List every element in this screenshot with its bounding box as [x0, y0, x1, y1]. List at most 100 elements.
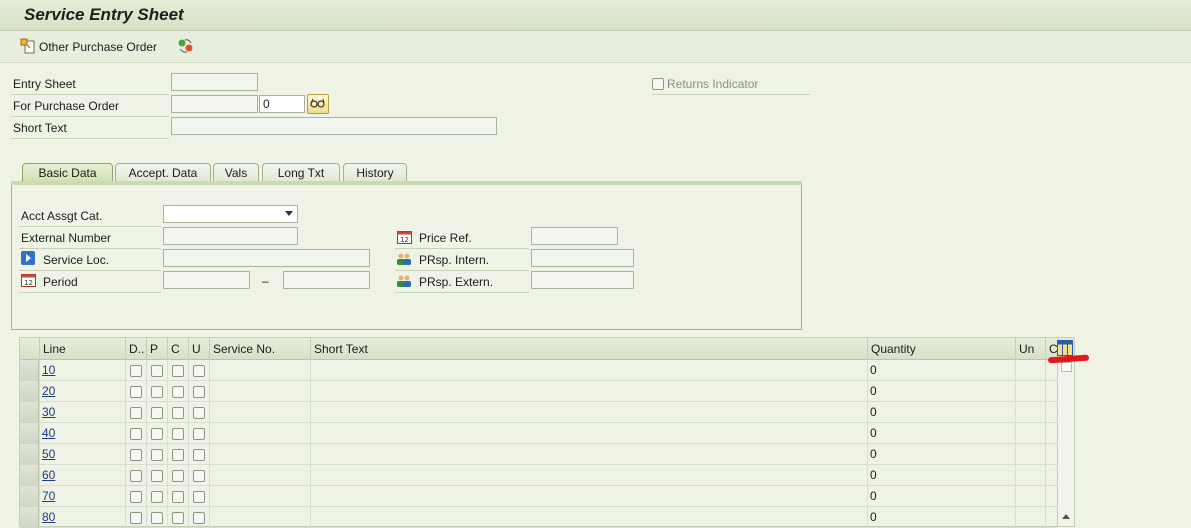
- row-checkbox[interactable]: [130, 511, 142, 524]
- row-checkbox[interactable]: [130, 385, 142, 398]
- row-checkbox[interactable]: [193, 469, 205, 482]
- column-header-c[interactable]: C: [167, 338, 188, 360]
- row-checkbox[interactable]: [151, 511, 163, 524]
- service-no-cell[interactable]: [209, 444, 310, 465]
- line-number-link[interactable]: 30: [42, 405, 55, 419]
- row-checkbox[interactable]: [172, 364, 184, 377]
- row-checkbox-cell[interactable]: [146, 423, 167, 444]
- line-number-cell[interactable]: 80: [39, 507, 125, 528]
- row-selector[interactable]: [20, 486, 39, 507]
- row-checkbox-cell[interactable]: [167, 381, 188, 402]
- row-checkbox[interactable]: [193, 448, 205, 461]
- row-checkbox-cell[interactable]: [125, 402, 146, 423]
- row-checkbox[interactable]: [193, 406, 205, 419]
- unit-cell[interactable]: [1015, 423, 1045, 444]
- row-checkbox[interactable]: [130, 427, 142, 440]
- row-checkbox-cell[interactable]: [167, 423, 188, 444]
- tab-basic-data[interactable]: Basic Data: [22, 163, 113, 183]
- period-to-input[interactable]: [283, 271, 370, 289]
- row-checkbox-cell[interactable]: [188, 423, 209, 444]
- service-no-cell[interactable]: [209, 360, 310, 381]
- short-text-cell[interactable]: [310, 465, 867, 486]
- row-checkbox-cell[interactable]: [125, 360, 146, 381]
- row-checkbox-cell[interactable]: [125, 507, 146, 528]
- table-row[interactable]: 30 0: [20, 402, 1057, 423]
- line-number-link[interactable]: 10: [42, 363, 55, 377]
- row-checkbox-cell[interactable]: [125, 381, 146, 402]
- row-checkbox-cell[interactable]: [146, 381, 167, 402]
- short-text-cell[interactable]: [310, 507, 867, 528]
- row-checkbox-cell[interactable]: [146, 507, 167, 528]
- row-checkbox[interactable]: [151, 490, 163, 503]
- row-checkbox[interactable]: [172, 406, 184, 419]
- row-checkbox[interactable]: [130, 469, 142, 482]
- line-number-cell[interactable]: 60: [39, 465, 125, 486]
- row-checkbox[interactable]: [151, 469, 163, 482]
- service-no-cell[interactable]: [209, 486, 310, 507]
- vertical-scrollbar[interactable]: [1057, 360, 1074, 526]
- table-row[interactable]: 10 0: [20, 360, 1057, 381]
- line-number-link[interactable]: 40: [42, 426, 55, 440]
- line-number-cell[interactable]: 10: [39, 360, 125, 381]
- quantity-cell[interactable]: 0: [867, 486, 1015, 507]
- row-selector[interactable]: [20, 423, 39, 444]
- row-checkbox-cell[interactable]: [188, 381, 209, 402]
- row-checkbox-cell[interactable]: [188, 507, 209, 528]
- tab-history[interactable]: History: [343, 163, 407, 183]
- short-text-cell[interactable]: [310, 402, 867, 423]
- row-checkbox-cell[interactable]: [146, 402, 167, 423]
- line-number-cell[interactable]: 40: [39, 423, 125, 444]
- returns-indicator-box[interactable]: [652, 78, 664, 90]
- short-text-cell[interactable]: [310, 444, 867, 465]
- service-loc-input[interactable]: [163, 249, 370, 267]
- row-checkbox-cell[interactable]: [146, 360, 167, 381]
- line-number-link[interactable]: 60: [42, 468, 55, 482]
- row-checkbox-cell[interactable]: [167, 465, 188, 486]
- line-number-link[interactable]: 50: [42, 447, 55, 461]
- table-row[interactable]: 40 0: [20, 423, 1057, 444]
- unit-cell[interactable]: [1015, 381, 1045, 402]
- line-number-link[interactable]: 20: [42, 384, 55, 398]
- row-checkbox[interactable]: [172, 469, 184, 482]
- row-checkbox-cell[interactable]: [167, 507, 188, 528]
- row-checkbox[interactable]: [151, 385, 163, 398]
- line-number-link[interactable]: 80: [42, 510, 55, 524]
- short-text-cell[interactable]: [310, 423, 867, 444]
- quantity-cell[interactable]: 0: [867, 507, 1015, 528]
- row-checkbox[interactable]: [172, 427, 184, 440]
- row-selector[interactable]: [20, 465, 39, 486]
- short-text-cell[interactable]: [310, 381, 867, 402]
- period-calendar-button[interactable]: 12: [21, 273, 36, 290]
- toggle-display-change-button[interactable]: [177, 38, 195, 56]
- quantity-cell[interactable]: 0: [867, 360, 1015, 381]
- tab-vals[interactable]: Vals: [213, 163, 259, 183]
- chevron-down-icon[interactable]: [285, 211, 293, 216]
- row-checkbox-cell[interactable]: [167, 486, 188, 507]
- row-checkbox[interactable]: [172, 490, 184, 503]
- row-checkbox-cell[interactable]: [125, 486, 146, 507]
- row-checkbox-cell[interactable]: [146, 444, 167, 465]
- column-header-service-no[interactable]: Service No.: [209, 338, 310, 360]
- row-checkbox-cell[interactable]: [125, 444, 146, 465]
- row-checkbox-cell[interactable]: [167, 402, 188, 423]
- short-text-cell[interactable]: [310, 486, 867, 507]
- column-header-deleted[interactable]: D..: [125, 338, 146, 360]
- row-checkbox-cell[interactable]: [146, 465, 167, 486]
- line-number-link[interactable]: 70: [42, 489, 55, 503]
- row-selector[interactable]: [20, 444, 39, 465]
- row-checkbox[interactable]: [130, 490, 142, 503]
- row-checkbox-cell[interactable]: [167, 444, 188, 465]
- row-checkbox-cell[interactable]: [125, 423, 146, 444]
- row-selector[interactable]: [20, 507, 39, 528]
- service-loc-expand-button[interactable]: [21, 251, 35, 268]
- row-checkbox[interactable]: [193, 511, 205, 524]
- other-purchase-order-button[interactable]: Other Purchase Order: [20, 38, 157, 56]
- tab-accept-data[interactable]: Accept. Data: [115, 163, 211, 183]
- table-row[interactable]: 60 0: [20, 465, 1057, 486]
- column-header-p[interactable]: P: [146, 338, 167, 360]
- row-checkbox[interactable]: [151, 364, 163, 377]
- c-cell[interactable]: [1045, 402, 1057, 423]
- row-checkbox[interactable]: [151, 448, 163, 461]
- row-checkbox-cell[interactable]: [188, 402, 209, 423]
- prsp-extern-input[interactable]: [531, 271, 634, 289]
